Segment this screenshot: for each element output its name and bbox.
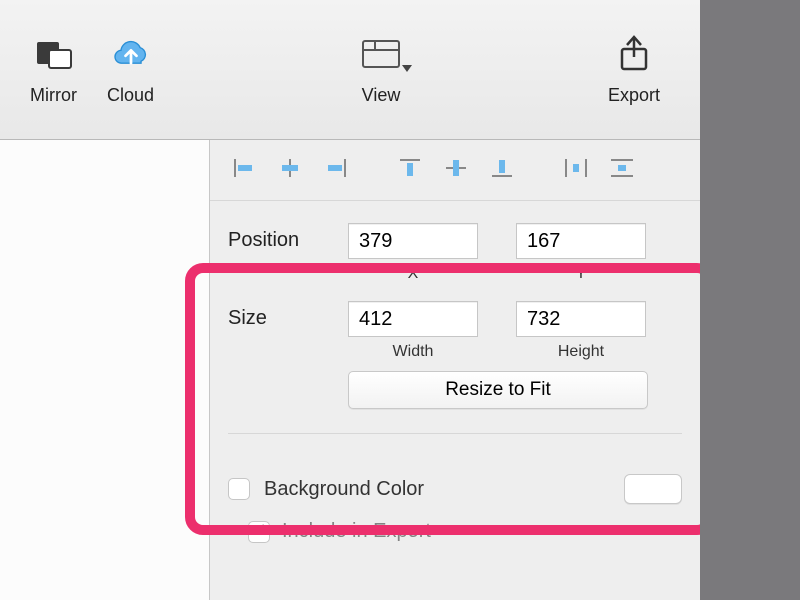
position-y-input[interactable] xyxy=(516,223,646,259)
outer-margin xyxy=(700,0,800,600)
align-right-icon[interactable] xyxy=(320,154,352,182)
background-color-swatch[interactable] xyxy=(624,474,682,504)
export-button[interactable]: Export xyxy=(608,33,660,106)
align-vcenter-icon[interactable] xyxy=(440,154,472,182)
background-color-row: Background Color xyxy=(210,452,700,512)
position-label: Position xyxy=(228,223,348,252)
include-export-row: Include in Export xyxy=(210,512,700,551)
alignment-toolbar xyxy=(210,140,700,201)
position-row: Position X Y xyxy=(228,223,682,283)
mirror-label: Mirror xyxy=(30,85,77,106)
left-panel xyxy=(0,140,210,600)
cloud-icon xyxy=(110,33,152,75)
size-label: Size xyxy=(228,301,348,330)
include-export-label: Include in Export xyxy=(282,520,431,543)
align-top-icon[interactable] xyxy=(394,154,426,182)
export-icon xyxy=(613,33,655,75)
cloud-button[interactable]: Cloud xyxy=(107,33,154,106)
distribute-v-icon[interactable] xyxy=(606,154,638,182)
size-height-input[interactable] xyxy=(516,301,646,337)
view-label: View xyxy=(362,85,401,106)
export-label: Export xyxy=(608,85,660,106)
align-hcenter-icon[interactable] xyxy=(274,154,306,182)
align-bottom-icon[interactable] xyxy=(486,154,518,182)
size-width-input[interactable] xyxy=(348,301,478,337)
background-color-checkbox[interactable] xyxy=(228,478,250,500)
size-height-label: Height xyxy=(558,343,604,361)
position-y-label: Y xyxy=(576,265,587,283)
view-button[interactable]: View xyxy=(360,33,402,106)
background-color-label: Background Color xyxy=(264,478,424,501)
size-row: Size Width Height xyxy=(228,301,682,361)
position-x-input[interactable] xyxy=(348,223,478,259)
view-icon xyxy=(360,33,402,75)
distribute-h-icon[interactable] xyxy=(560,154,592,182)
resize-to-fit-button[interactable]: Resize to Fit xyxy=(348,371,648,409)
size-width-label: Width xyxy=(393,343,434,361)
inspector-panel: Position X Y Size xyxy=(210,140,700,600)
align-left-icon[interactable] xyxy=(228,154,260,182)
cloud-label: Cloud xyxy=(107,85,154,106)
mirror-button[interactable]: Mirror xyxy=(30,33,77,106)
include-export-checkbox[interactable] xyxy=(248,521,270,543)
mirror-icon xyxy=(33,33,75,75)
position-x-label: X xyxy=(408,265,419,283)
toolbar: Mirror Cloud xyxy=(0,0,700,140)
